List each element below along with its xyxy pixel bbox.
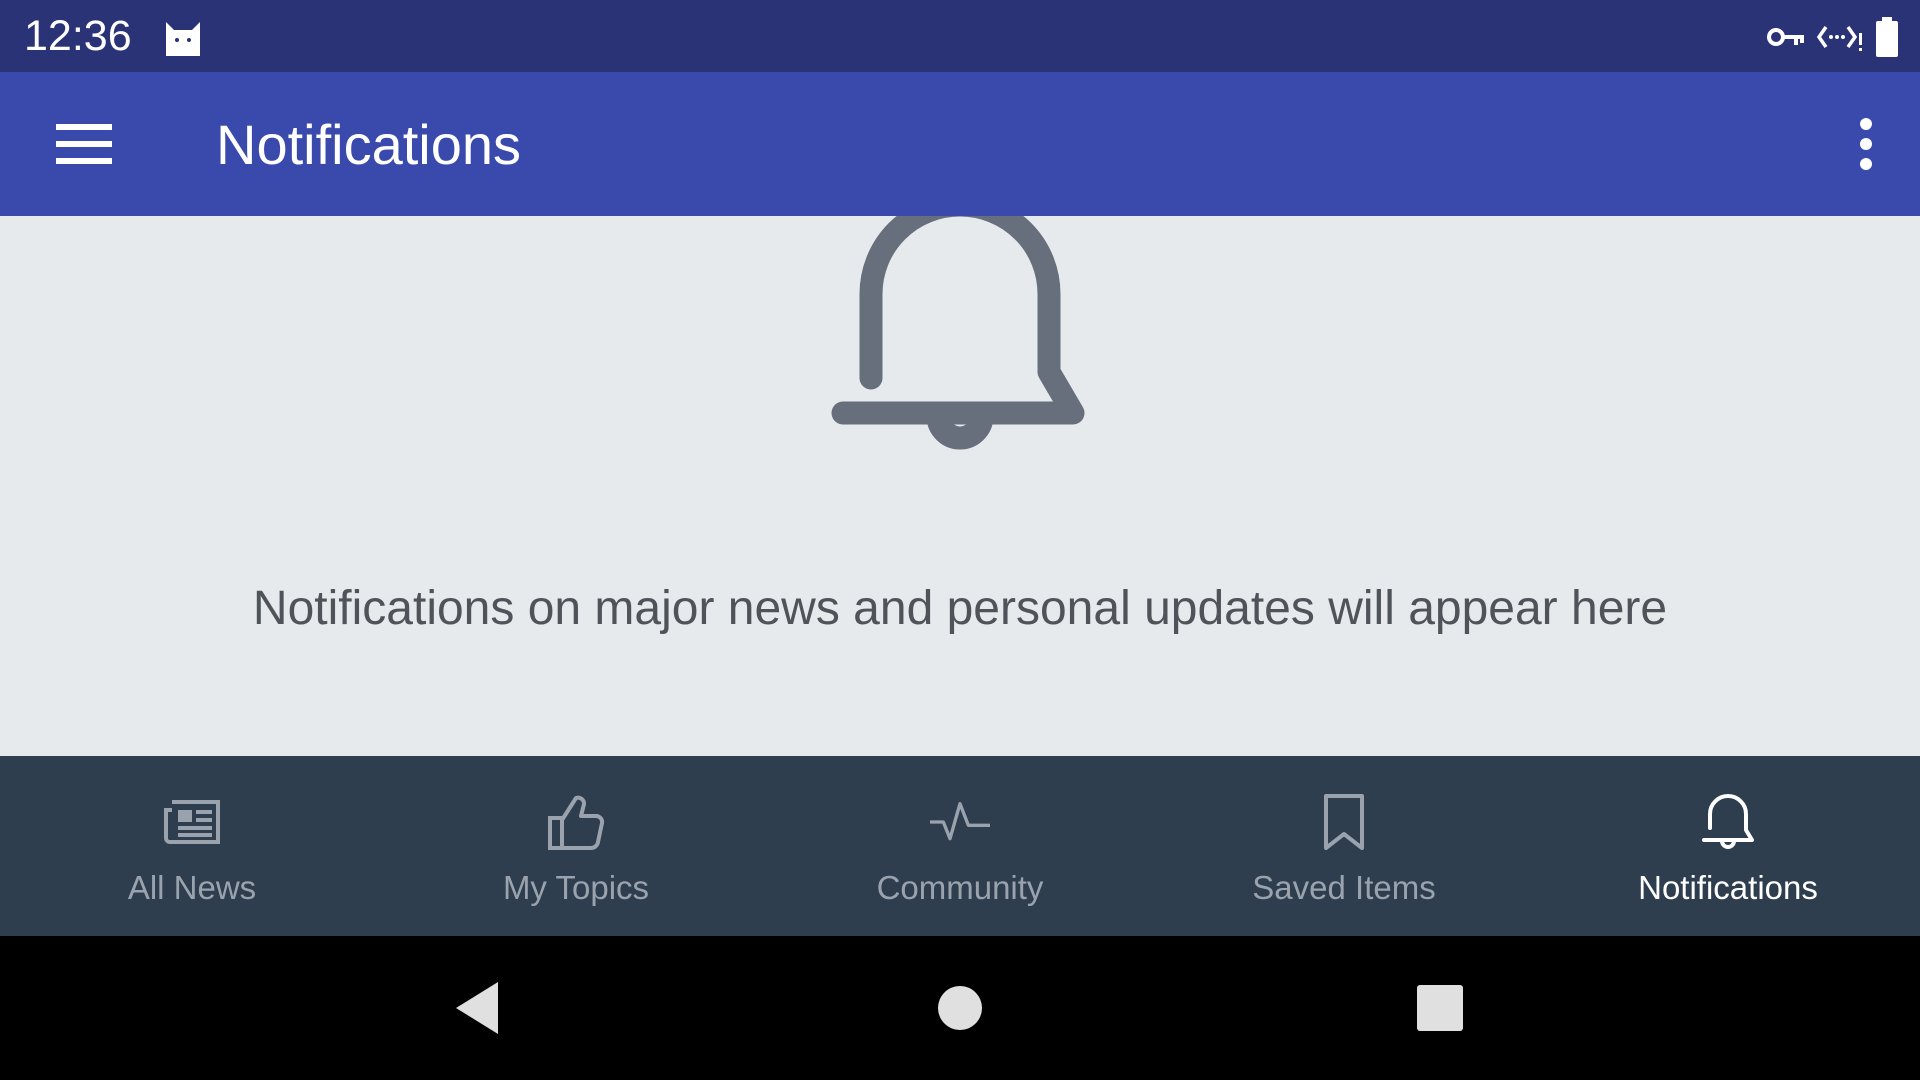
bell-icon [831,216,1085,450]
vpn-key-icon [1767,28,1804,46]
nav-item-my-topics[interactable]: My Topics [384,756,768,936]
page-title: Notifications [216,113,522,176]
app-bar: Notifications [0,72,1920,216]
recents-icon[interactable] [1408,976,1472,1040]
battery-icon [1876,17,1898,57]
status-bar: 12:36 [0,0,1920,72]
nav-item-notifications[interactable]: Notifications [1536,756,1920,936]
empty-message: Notifications on major news and personal… [252,582,1668,635]
thumbs-up-icon [548,795,605,851]
activity-pulse-icon [930,802,990,841]
back-icon[interactable] [446,976,510,1040]
nav-label: Notifications [1638,869,1818,906]
nav-label: My Topics [502,869,650,906]
bottom-navigation: All News My Topics Community Saved Items… [0,756,1920,936]
newspaper-icon [164,800,220,844]
status-time: 12:36 [24,12,132,60]
nav-item-saved-items[interactable]: Saved Items [1152,756,1536,936]
bookmark-icon [1324,794,1364,850]
bell-icon [1702,794,1754,849]
nav-label: All News [127,869,257,906]
system-navigation-bar [0,936,1920,1080]
cat-icon [166,22,200,56]
data-saver-icon [1816,25,1862,51]
more-vertical-icon[interactable] [1840,112,1892,176]
hamburger-menu-icon[interactable] [40,112,128,176]
nav-label: Saved Items [1252,869,1436,906]
nav-item-community[interactable]: Community [768,756,1152,936]
nav-label: Community [876,869,1044,906]
nav-item-all-news[interactable]: All News [0,756,384,936]
empty-state: Notifications on major news and personal… [0,216,1920,756]
home-icon[interactable] [928,976,992,1040]
